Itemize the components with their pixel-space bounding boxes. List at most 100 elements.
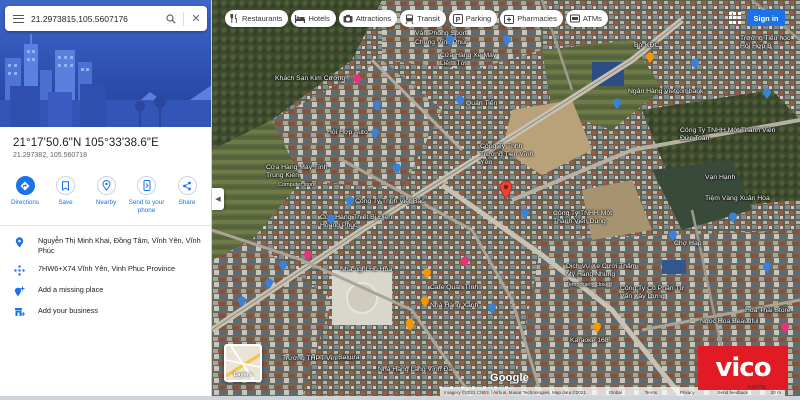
action-label: Save (58, 199, 73, 206)
map-label[interactable]: Nhà Hàng Xanh (430, 302, 478, 310)
map-label[interactable]: Vân Phong Sport (415, 30, 467, 38)
map-label[interactable]: Tiệm Vàng Xuân Hòa (705, 195, 770, 203)
map-label[interactable]: Hội Hợp Auto (327, 129, 368, 137)
train-icon (404, 14, 414, 24)
map-label[interactable]: Dịch Vụ Xe Cưới Thẩm Mỹ Hằng Nhung (566, 263, 641, 279)
business-pin-icon[interactable] (520, 208, 530, 220)
hotel-pin-icon[interactable] (303, 250, 313, 262)
business-pin-icon[interactable] (612, 98, 622, 110)
business-pin-icon[interactable] (728, 212, 738, 224)
business-pin-icon[interactable] (264, 278, 274, 290)
nearby-button[interactable]: Nearby (87, 176, 125, 215)
map-label[interactable]: Công Ty TNHH Một Thành Viên Dũng (553, 210, 628, 226)
chip-attractions[interactable]: Attractions (338, 10, 398, 27)
restaurant-pin-icon[interactable] (405, 318, 415, 330)
search-icon[interactable] (162, 6, 180, 31)
map-label[interactable]: Nhà Hàng Lang Vĩnh Đà (378, 366, 452, 374)
chip-restaurants[interactable]: Restaurants (225, 10, 289, 27)
scale-label[interactable]: 20 m (771, 390, 781, 395)
close-icon[interactable]: ✕ (187, 6, 205, 31)
address-text: Nguyễn Thị Minh Khai, Đồng Tâm, Vĩnh Yên… (38, 236, 201, 256)
map-label[interactable]: Sakura (338, 354, 360, 362)
hotel-pin-icon[interactable] (352, 74, 362, 86)
address-row[interactable]: Nguyễn Thị Minh Khai, Đồng Tâm, Vĩnh Yên… (0, 236, 211, 256)
storefront-icon (14, 308, 25, 316)
map-label[interactable]: Ngân Hàng Vietcombank (628, 88, 708, 96)
terms-link[interactable]: Terms (645, 390, 658, 395)
chevron-left-icon: ◀ (215, 196, 221, 203)
layers-button[interactable]: Layers (224, 344, 262, 382)
action-label: Share (178, 199, 196, 206)
business-pin-icon[interactable] (278, 260, 288, 272)
chip-parking[interactable]: P Parking (448, 10, 498, 27)
shopping-pin-icon[interactable] (762, 262, 772, 274)
business-pin-icon[interactable] (487, 303, 497, 315)
map-label[interactable]: Chợ Hạp (674, 240, 702, 248)
chip-label: Attractions (355, 14, 392, 23)
map-label[interactable]: Công Ty Cổ Phần Tư Vấn Xây Dựng (620, 285, 695, 301)
action-buttons: Directions Save Nearby Send to your phon… (6, 176, 206, 215)
karaoke-pin-icon[interactable] (592, 322, 602, 334)
shopping-pin-icon[interactable] (326, 214, 336, 226)
pharmacy-icon (504, 14, 515, 24)
map-label[interactable]: Cửa Hàng Xe Máy Liêm Tới (440, 52, 510, 68)
directions-button[interactable]: Directions (6, 176, 44, 215)
search-input[interactable] (31, 13, 162, 24)
chip-pharmacies[interactable]: Pharmacies (500, 10, 563, 27)
apps-grid-icon[interactable] (727, 10, 741, 24)
map-label[interactable]: Karaoke 168 (570, 337, 609, 345)
side-panel: ✕ 21°17'50.6"N 105°33'38.6"E 21.297382, … (0, 0, 212, 397)
map-label[interactable]: Hoa Thái Store (745, 307, 791, 315)
shopping-pin-icon[interactable] (455, 95, 465, 107)
feedback-link[interactable]: Send feedback (717, 390, 748, 395)
chip-atms[interactable]: ATMs (565, 10, 608, 27)
sign-in-button[interactable]: Sign in (747, 10, 785, 26)
business-pin-icon[interactable] (370, 128, 380, 140)
business-pin-icon[interactable] (762, 88, 772, 100)
privacy-link[interactable]: Privacy (680, 390, 695, 395)
shopping-pin-icon[interactable] (392, 163, 402, 175)
plus-code-row[interactable]: 7HW6+X74 Vĩnh Yên, Vinh Phuc Province (0, 264, 211, 276)
cafe-pin-icon[interactable] (422, 268, 432, 280)
map-label[interactable]: Công Ty Tnhh Việt Bắc (355, 198, 425, 206)
map-label[interactable]: Cửa Hàng Máy Tính Trung Kiên (266, 164, 341, 180)
restaurant-pin-icon[interactable] (420, 296, 430, 308)
map-label[interactable]: Vạn Hạnh (705, 174, 735, 182)
layers-label: Layers (233, 372, 253, 378)
add-business-row[interactable]: Add your business (0, 306, 211, 317)
business-pin-icon[interactable] (690, 58, 700, 70)
panel-divider (0, 225, 211, 226)
shopping-pin-icon[interactable] (372, 100, 382, 112)
chip-label: Restaurants (242, 14, 283, 23)
collapse-panel-button[interactable]: ◀ (212, 188, 224, 210)
shopping-pin-icon[interactable] (445, 35, 455, 47)
shopping-pin-icon[interactable] (237, 296, 247, 308)
hotel-pin-icon[interactable] (460, 256, 470, 268)
dropped-pin-icon[interactable] (499, 180, 513, 200)
chip-transit[interactable]: Transit (400, 10, 446, 27)
map-label[interactable]: Quán Tiến (466, 100, 497, 108)
map-label[interactable]: Ngọc Hoa Beautiful (700, 318, 759, 326)
shopping-pin-icon[interactable] (502, 35, 512, 47)
save-button[interactable]: Save (47, 176, 85, 215)
send-to-phone-button[interactable]: Send to your phone (128, 176, 166, 215)
add-missing-place-row[interactable]: Add a missing place (0, 285, 211, 297)
os-taskbar (0, 396, 800, 400)
map-label[interactable]: Công Ty TNHH Một Thành Viên Đức Toàn (680, 127, 780, 143)
map-label[interactable]: Công Ty Tnhh Trường Tiến Vĩnh Yên (480, 143, 540, 166)
map-label[interactable]: Khách Sạn Kim Cương (275, 75, 345, 83)
map-label[interactable]: Bờ KĐC (634, 42, 659, 50)
share-button[interactable]: Share (168, 176, 206, 215)
map-label[interactable]: Cafe Quán Tình (430, 284, 478, 292)
global-link[interactable]: Global (609, 390, 622, 395)
business-pin-icon[interactable] (345, 196, 355, 208)
menu-icon[interactable] (5, 6, 31, 31)
market-pin-icon[interactable] (668, 230, 678, 242)
map-label[interactable]: Chung Vĩnh Phúc (415, 39, 468, 47)
beauty-pin-icon[interactable] (780, 322, 790, 334)
map-label[interactable]: Nhà nghỉ Hồ Hoa (340, 266, 392, 274)
add-place-icon (14, 286, 24, 297)
restaurant-pin-icon[interactable] (645, 52, 655, 64)
map-label[interactable]: Trường Tiểu học Hội Hợp B (740, 35, 795, 51)
chip-hotels[interactable]: Hotels (291, 10, 336, 27)
